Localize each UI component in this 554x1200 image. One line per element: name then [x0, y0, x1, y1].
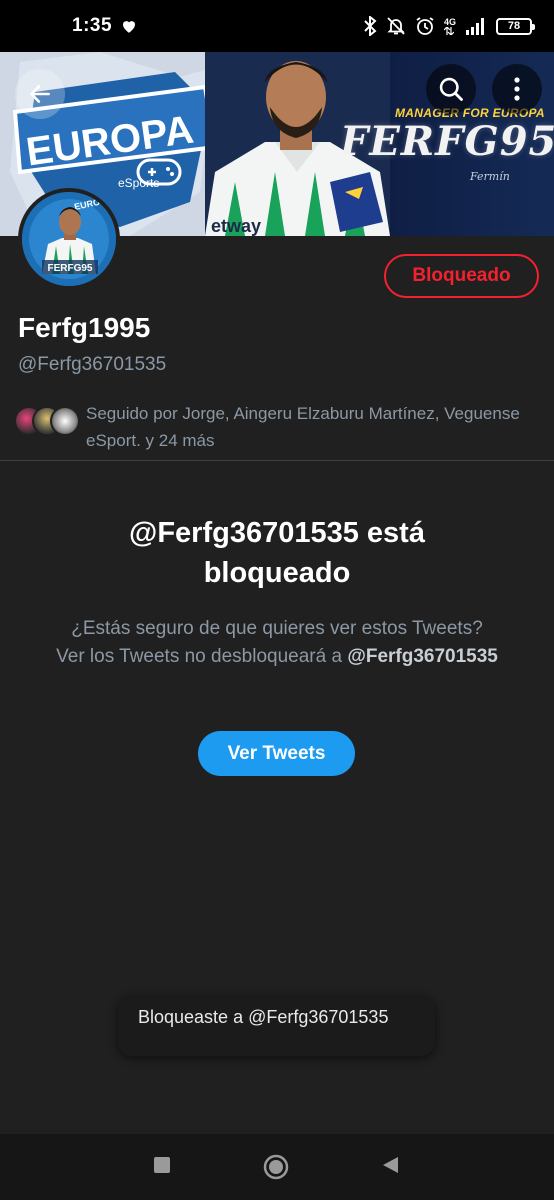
avatar-label: FERFG95: [47, 263, 92, 274]
banner-brand: FERFG95: [340, 118, 554, 165]
toast-text: Bloqueaste a @Ferfg36701535: [138, 1007, 389, 1027]
back-nav-icon[interactable]: [380, 1155, 400, 1175]
status-time: 1:35: [72, 15, 113, 36]
divider: [0, 460, 554, 461]
status-bar: 1:35 4G 78: [0, 0, 554, 52]
back-button[interactable]: [15, 69, 65, 119]
followed-by-text: Seguido por Jorge, Aingeru Elzaburu Mart…: [86, 404, 520, 450]
sponsor-text: etway: [211, 216, 261, 236]
search-button[interactable]: [426, 64, 476, 114]
data-arrows-icon: [443, 26, 454, 35]
system-nav-bar: [0, 1134, 554, 1200]
battery-level: 78: [507, 20, 521, 32]
follower-avatar: [50, 406, 80, 436]
status-icons: 4G 78: [363, 16, 535, 36]
profile-handle: @Ferfg36701535: [18, 354, 167, 375]
blocked-title: @Ferfg36701535 está bloqueado: [129, 517, 425, 589]
profile-avatar[interactable]: EUROPA FERFG95: [18, 188, 120, 290]
view-tweets-button[interactable]: Ver Tweets: [198, 731, 355, 776]
display-name: Ferfg1995: [18, 312, 151, 343]
follower-avatars: [14, 400, 82, 438]
toast: Bloqueaste a @Ferfg36701535: [118, 996, 435, 1056]
more-vertical-icon: [514, 77, 520, 101]
mute-bell-icon: [387, 17, 405, 35]
followed-by[interactable]: Seguido por Jorge, Aingeru Elzaburu Mart…: [14, 400, 544, 454]
network-type: 4G: [443, 16, 456, 27]
search-icon: [439, 77, 463, 101]
home-icon[interactable]: [263, 1154, 289, 1180]
avatar-image: EUROPA FERFG95: [22, 192, 116, 286]
blocked-message-handle: @Ferfg36701535: [347, 646, 498, 667]
recents-icon[interactable]: [152, 1155, 172, 1175]
blocked-message: ¿Estás seguro de que quieres ver estos T…: [55, 615, 499, 671]
battery-icon: 78: [496, 17, 535, 35]
bluetooth-icon: [364, 16, 377, 36]
banner-signature: Fermín: [470, 170, 510, 183]
signal-icon: [466, 18, 484, 35]
blocked-button[interactable]: Bloqueado: [384, 254, 539, 298]
alarm-icon: [416, 17, 434, 35]
more-options-button[interactable]: [492, 64, 542, 114]
arrow-left-icon: [30, 85, 50, 103]
heart-icon: [123, 21, 136, 33]
